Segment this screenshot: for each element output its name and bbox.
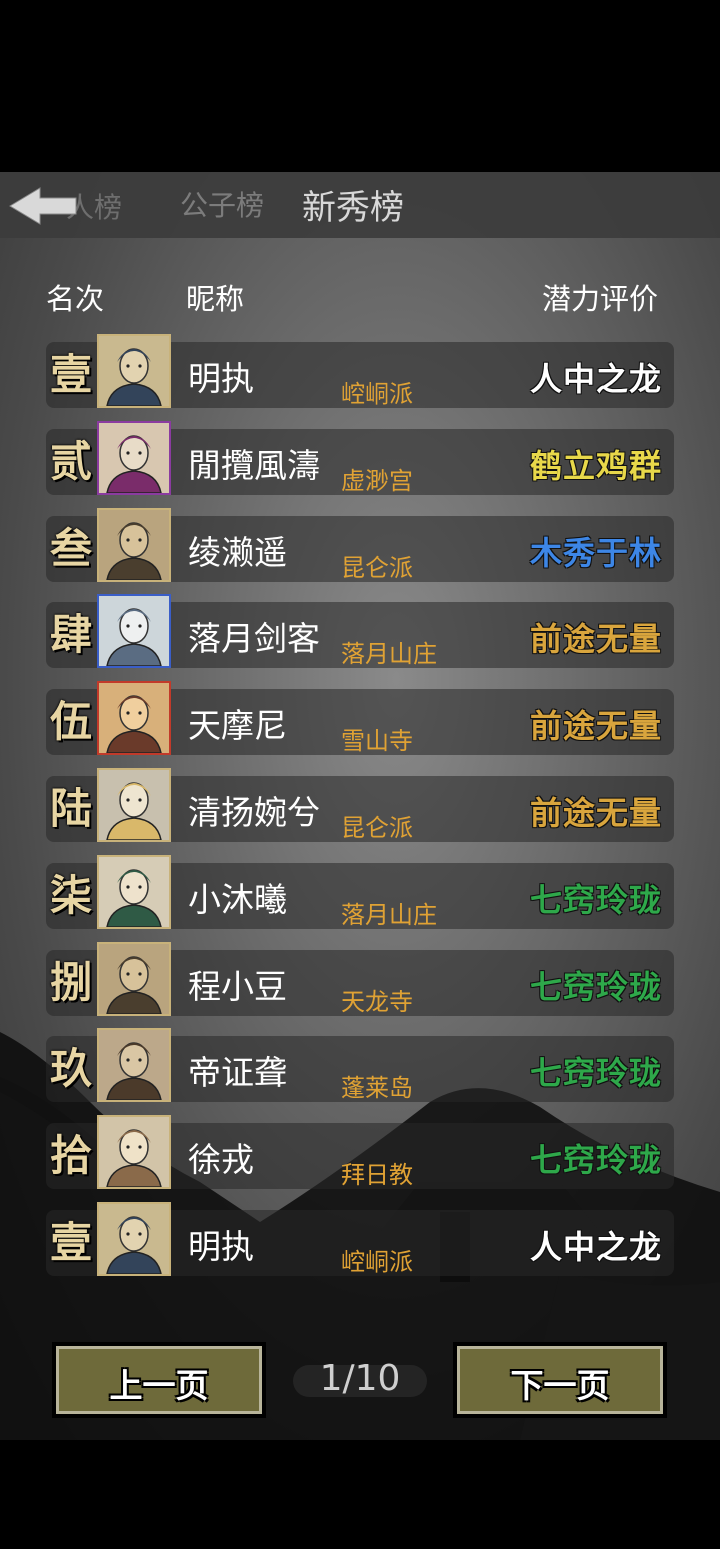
potential-rating: 前途无量: [529, 620, 662, 659]
player-sect: 崆峒派: [341, 380, 413, 408]
player-nickname: 明执: [188, 359, 254, 398]
player-sect: 蓬莱岛: [341, 1074, 413, 1103]
player-nickname: 落月剑客: [188, 619, 320, 659]
potential-rating: 七窍玲珑: [529, 1054, 662, 1093]
dragon-mask-portrait[interactable]: [97, 420, 171, 495]
potential-rating: 前途无量: [529, 707, 662, 746]
player-sect: 昆仑派: [341, 814, 413, 842]
player-sect: 昆仑派: [341, 553, 413, 582]
tab-label: 公子榜: [180, 189, 265, 222]
potential-rating: 七窍玲珑: [529, 1141, 662, 1180]
potential-rating: 七窍玲珑: [529, 967, 662, 1006]
player-nickname: 閒攬風濤: [188, 445, 320, 485]
tab-gongzi[interactable]: 公子榜: [180, 184, 264, 224]
white-robed-swordsman-portrait[interactable]: [97, 594, 171, 669]
player-nickname: 小沐曦: [188, 879, 287, 919]
header-nickname: 昵称: [186, 282, 245, 316]
player-sect: 拜日教: [341, 1161, 413, 1190]
ranking-row[interactable]: 壹 明执崆峒派 人中之龙: [46, 334, 674, 408]
player-sect: 雪山寺: [341, 727, 413, 756]
avatar-icon: [99, 422, 169, 493]
ranking-row[interactable]: 拾 徐戎拜日教 七窍玲珑: [46, 1115, 674, 1190]
eagle-portrait[interactable]: [97, 1028, 171, 1103]
young-girl-portrait[interactable]: [97, 1115, 171, 1190]
avatar-icon: [99, 856, 169, 927]
potential-rating: 鹤立鸡群: [529, 446, 662, 485]
ranking-panel: 人榜 公子榜 新秀榜 名次 昵称 潜力评价 壹明执 崆峒派 人中之龙贰閒攬風濤 虚渺宫…: [0, 172, 720, 1440]
avatar-icon: [99, 1030, 169, 1101]
page-indicator: 1/10: [319, 1358, 401, 1399]
bearded-elder-portrait[interactable]: [97, 941, 171, 1016]
ranking-row[interactable]: 壹 明执崆峒派 人中之龙: [46, 1202, 674, 1276]
tab-label: 新秀榜: [302, 188, 404, 228]
swordsman-portrait[interactable]: [97, 1202, 171, 1276]
avatar-icon: [99, 1117, 169, 1188]
player-nickname: 明执: [188, 1227, 254, 1266]
ranking-row[interactable]: 玖 帝证聋蓬莱岛 七窍玲珑: [46, 1028, 674, 1103]
avatar-icon: [99, 1204, 169, 1274]
next-page-button[interactable]: 下一页: [453, 1342, 667, 1418]
player-nickname: 天摩尼: [188, 706, 287, 746]
ranking-row[interactable]: 伍 天摩尼雪山寺 前途无量: [46, 681, 674, 756]
rank-number: 壹: [49, 350, 92, 399]
bearded-elder-portrait[interactable]: [97, 507, 171, 582]
rank-number: 伍: [49, 697, 92, 747]
rank-number: 叁: [49, 523, 92, 573]
potential-rating: 前途无量: [529, 794, 662, 832]
ranking-row[interactable]: 叁 绫濑遥昆仑派 木秀于林: [46, 507, 674, 582]
player-nickname: 帝证聋: [188, 1053, 287, 1093]
tab-xinxiu[interactable]: 新秀榜: [302, 180, 404, 229]
rank-number: 贰: [49, 436, 92, 486]
rank-number: 陆: [49, 784, 92, 833]
header-rank: 名次: [46, 282, 105, 316]
blonde-woman-portrait[interactable]: [97, 768, 171, 842]
ranking-row[interactable]: 陆 清扬婉兮 昆仑派 前途无量: [46, 768, 674, 842]
avatar-icon: [99, 943, 169, 1014]
player-sect: 崆峒派: [341, 1248, 413, 1276]
player-nickname: 程小豆: [188, 966, 287, 1006]
avatar-icon: [99, 336, 169, 406]
player-nickname: 徐戎: [188, 1140, 254, 1180]
avatar-icon: [99, 770, 169, 840]
potential-rating: 人中之龙: [529, 360, 662, 398]
avatar-icon: [99, 596, 169, 667]
player-sect: 天龙寺: [341, 987, 413, 1016]
player-sect: 落月山庄: [341, 640, 437, 669]
scholar-portrait[interactable]: [97, 681, 171, 756]
header-potential: 潜力评价: [542, 282, 659, 316]
potential-rating: 木秀于林: [529, 533, 662, 572]
swordsman-portrait[interactable]: [97, 334, 171, 408]
lady-portrait[interactable]: [97, 854, 171, 929]
potential-rating: 七窍玲珑: [529, 880, 662, 919]
player-sect: 落月山庄: [341, 900, 437, 929]
rank-number: 拾: [49, 1131, 92, 1181]
rank-number: 玖: [49, 1044, 92, 1094]
avatar-icon: [99, 683, 169, 754]
player-nickname: 绫濑遥: [188, 532, 287, 572]
ranking-row[interactable]: 柒 小沐曦落月山庄 七窍玲珑: [46, 854, 674, 929]
player-sect: 虚渺宫: [341, 466, 413, 495]
ranking-row[interactable]: 肆 落月剑客 落月山庄 前途无量: [46, 594, 674, 669]
back-arrow-icon[interactable]: [6, 184, 78, 228]
avatar-icon: [99, 509, 169, 580]
rank-number: 捌: [49, 957, 92, 1007]
rank-number: 柒: [49, 870, 92, 920]
ranking-row[interactable]: 贰 閒攬風濤 虚渺宫 鹤立鸡群: [46, 420, 674, 495]
rank-number: 壹: [49, 1218, 92, 1267]
player-nickname: 清扬婉兮: [188, 793, 320, 832]
prev-page-button[interactable]: 上一页: [52, 1342, 266, 1418]
potential-rating: 人中之龙: [529, 1228, 662, 1266]
rank-number: 肆: [49, 610, 92, 660]
ranking-row[interactable]: 捌 程小豆天龙寺 七窍玲珑: [46, 941, 674, 1016]
